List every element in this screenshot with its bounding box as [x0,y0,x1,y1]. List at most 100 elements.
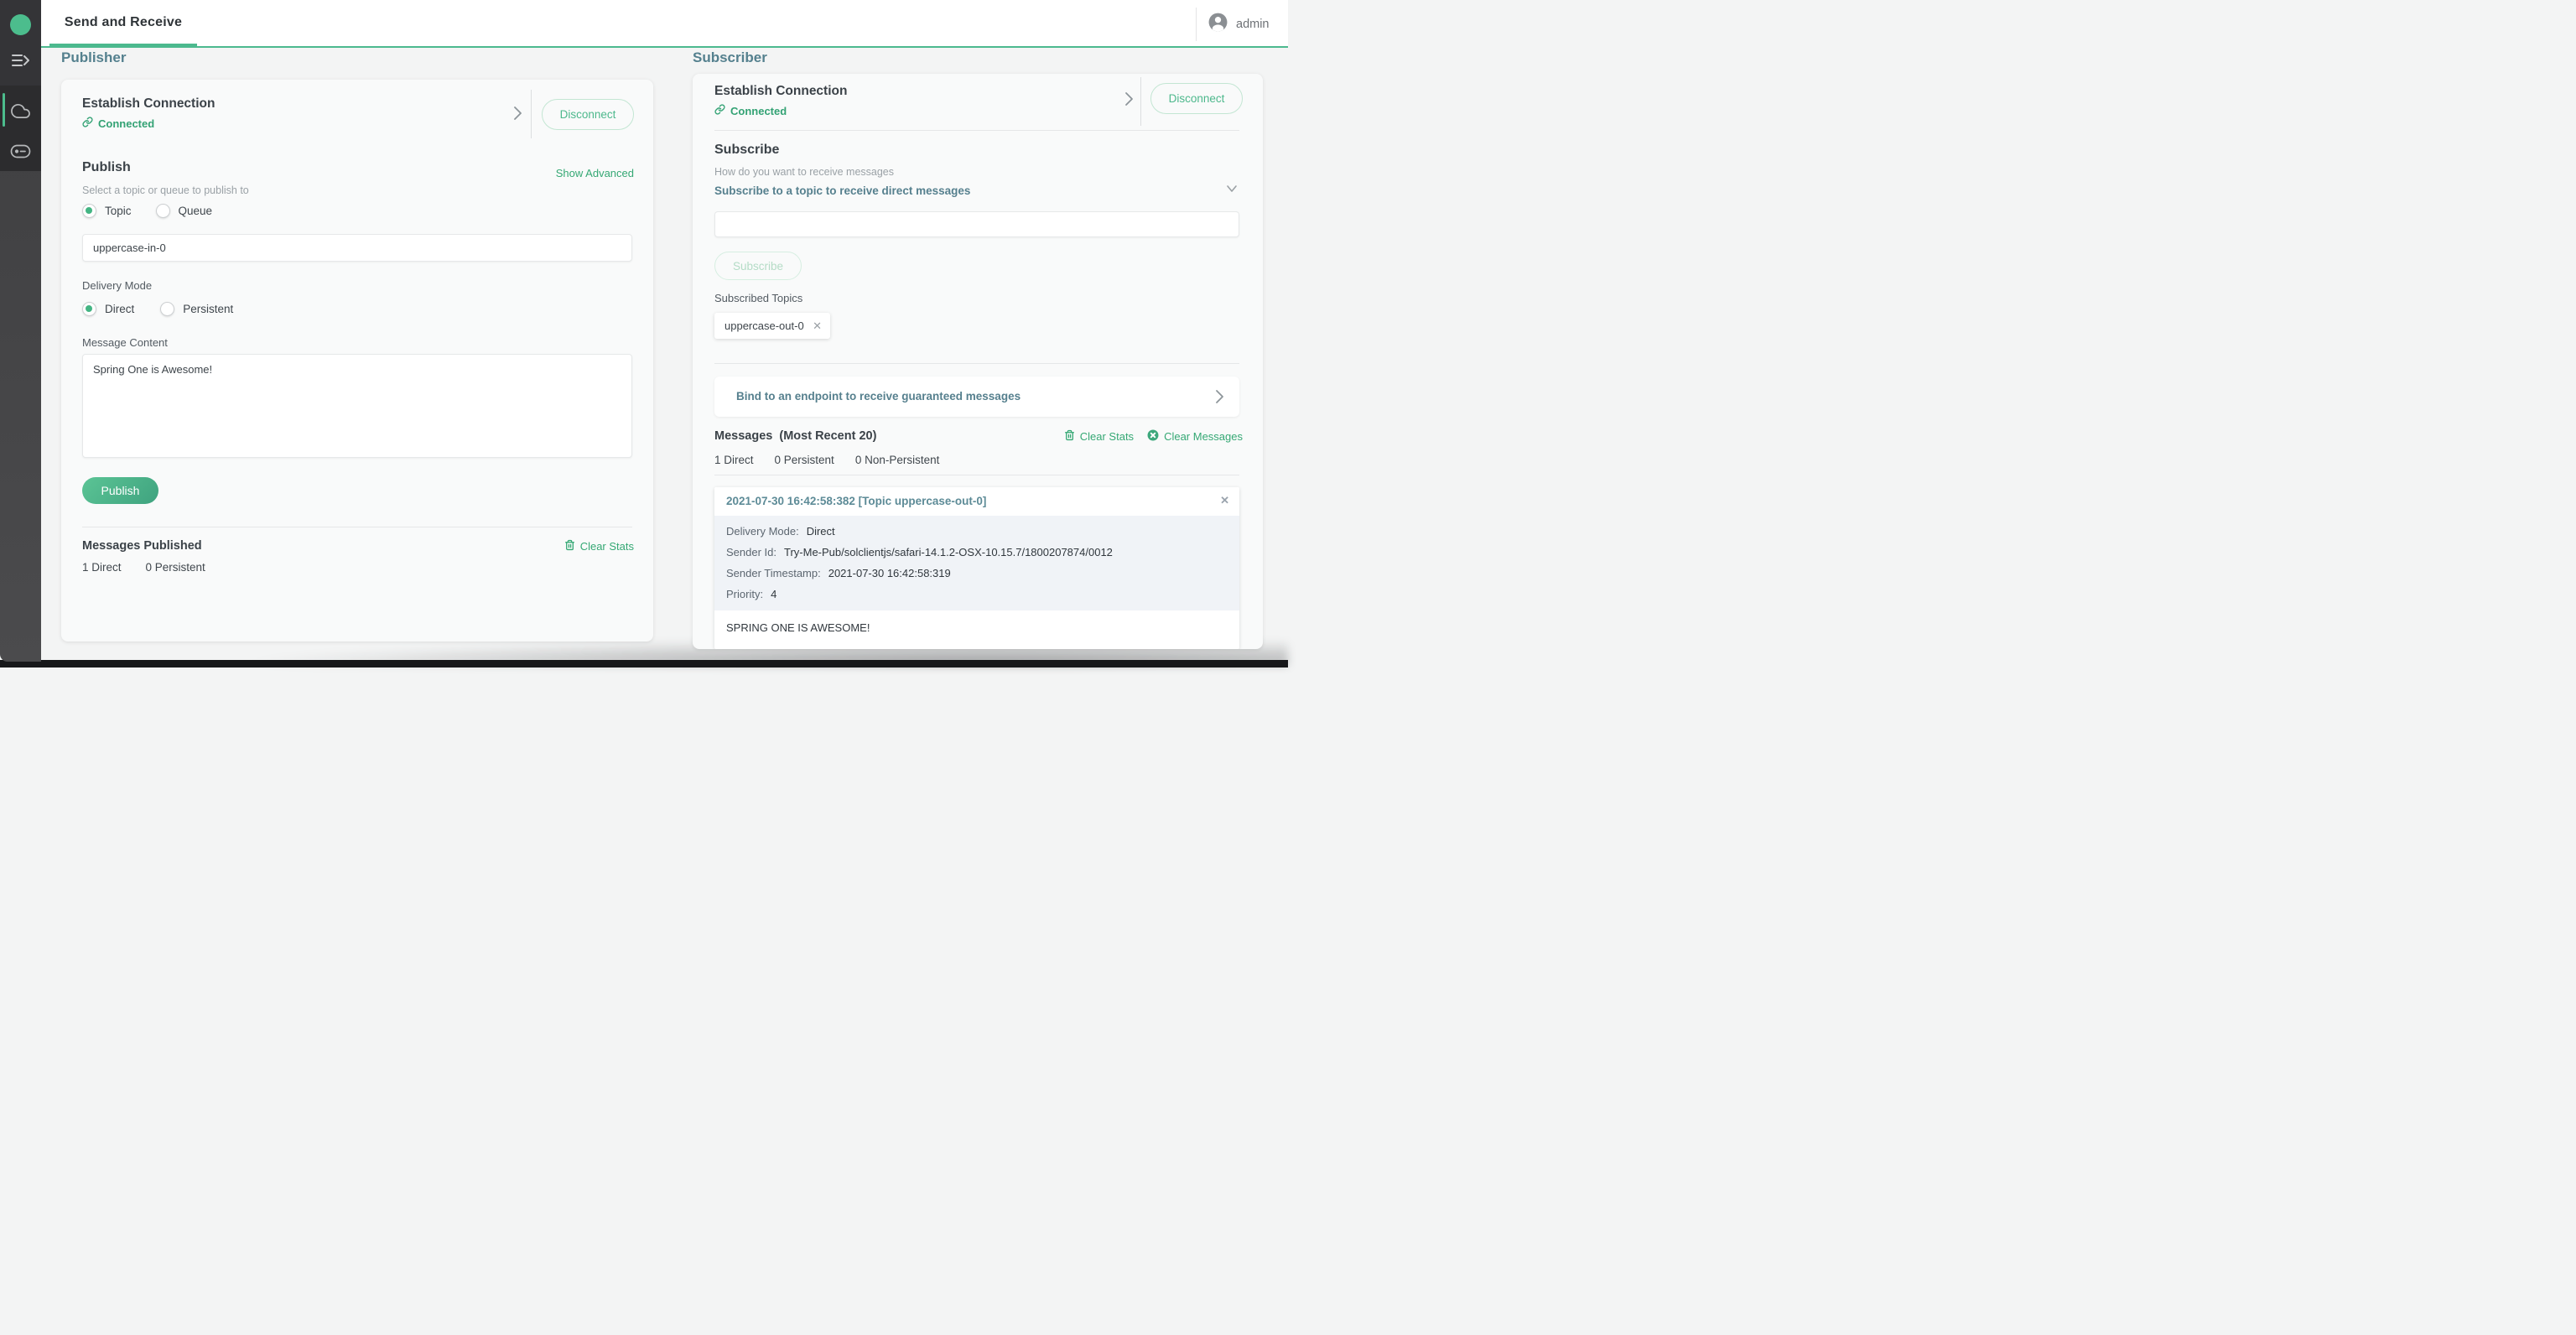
tab-active-underline [49,44,197,46]
trash-icon [564,539,575,553]
subscriber-connected-label: Connected [730,105,787,117]
message-field: Sender Timestamp: 2021-07-30 16:42:58:319 [726,567,1228,579]
clear-messages-label: Clear Messages [1164,430,1243,443]
subscriber-panel: Establish Connection Connected Disconnec… [693,74,1263,649]
messages-actions: Clear Stats Clear Messages [1064,429,1243,444]
radio-persistent-label: Persistent [183,303,233,315]
publisher-panel: Establish Connection Connected Disconnec… [61,80,653,642]
delivery-mode-radio-group: Direct Persistent [82,302,233,316]
sidebar-top-band [0,0,41,86]
message-header: 2021-07-30 16:42:58:382 [Topic uppercase… [714,487,1239,516]
publisher-stat-persistent: 0 Persistent [146,561,205,574]
cloud-nav-icon[interactable] [0,101,41,121]
subscriber-stat-direct: 1 Direct [714,454,754,466]
field-value: 2021-07-30 16:42:58:319 [828,567,951,579]
person-icon [1208,12,1228,37]
chevron-right-icon[interactable] [1122,89,1135,113]
remove-topic-icon[interactable]: ✕ [813,319,822,333]
chevron-down-icon[interactable] [1224,181,1239,200]
link-icon [714,104,725,117]
radio-topic[interactable]: Topic [82,204,132,218]
publisher-heading: Publisher [61,49,126,66]
field-value: Direct [807,525,835,538]
tab-send-and-receive[interactable]: Send and Receive [49,0,197,46]
subscribed-topics-label: Subscribed Topics [714,292,802,304]
radio-direct[interactable]: Direct [82,302,134,316]
publish-section-title: Publish [82,160,131,175]
field-label: Priority: [726,588,763,600]
subscriber-stat-persistent: 0 Persistent [775,454,834,466]
publisher-clear-stats-label: Clear Stats [580,540,634,553]
message-details: Delivery Mode: Direct Sender Id: Try-Me-Pu… [714,516,1239,610]
close-icon[interactable]: ✕ [1220,494,1229,507]
publish-section-subtitle: Select a topic or queue to publish to [82,184,249,196]
subscribed-topic-chip: uppercase-out-0 ✕ [714,313,830,339]
chevron-right-icon [1213,387,1226,410]
radio-queue-circle[interactable] [156,204,170,218]
subscribe-section-title: Subscribe [714,143,779,158]
connection-divider [531,90,532,138]
subscribe-section-subtitle: How do you want to receive messages [714,166,894,178]
circle-x-icon [1147,429,1159,444]
subscribe-topic-input[interactable] [714,211,1239,237]
sidebar [0,0,41,662]
radio-persistent-circle[interactable] [160,302,174,316]
publisher-connected-label: Connected [98,117,154,130]
destination-radio-group: Topic Queue [82,204,212,218]
publisher-clear-stats-link[interactable]: Clear Stats [564,539,634,553]
publisher-connection-title: Establish Connection [82,96,215,112]
link-icon [82,117,93,130]
radio-queue[interactable]: Queue [156,204,213,218]
subscribe-button[interactable]: Subscribe [714,252,802,280]
publish-button[interactable]: Publish [82,477,158,504]
user-menu[interactable]: admin [1208,0,1270,48]
radio-direct-circle[interactable] [82,302,96,316]
topbar-divider [1196,8,1197,41]
field-value: Try-Me-Pub/solclientjs/safari-14.1.2-OSX… [784,546,1113,558]
subscribed-topic-name: uppercase-out-0 [724,319,813,332]
radio-direct-label: Direct [105,303,134,315]
clear-messages-link[interactable]: Clear Messages [1147,429,1243,444]
radio-topic-circle[interactable] [82,204,96,218]
radio-persistent[interactable]: Persistent [160,302,233,316]
messages-published-title: Messages Published [82,539,202,553]
subscriber-connection-title: Establish Connection [714,84,847,99]
received-message-card: 2021-07-30 16:42:58:382 [Topic uppercase… [714,487,1239,649]
subscriber-clear-stats-label: Clear Stats [1080,430,1134,443]
message-content-label: Message Content [82,336,168,349]
subscriber-disconnect-button[interactable]: Disconnect [1150,83,1243,114]
subscriber-stat-nonpersistent: 0 Non-Persistent [855,454,940,466]
message-content-textarea[interactable]: Spring One is Awesome! [82,354,632,458]
trash-icon [1064,429,1075,444]
subscriber-heading: Subscriber [693,49,767,66]
tab-label: Send and Receive [65,15,182,30]
publisher-stats-row: 1 Direct 0 Persistent [82,561,205,574]
app-logo [10,14,31,35]
subscriber-clear-stats-link[interactable]: Clear Stats [1064,429,1134,444]
show-advanced-link[interactable]: Show Advanced [556,167,634,179]
subscribe-topic-row-label[interactable]: Subscribe to a topic to receive direct m… [714,184,970,197]
bind-endpoint-row[interactable]: Bind to an endpoint to receive guarantee… [714,377,1239,417]
delivery-mode-label: Delivery Mode [82,279,152,292]
bind-endpoint-label: Bind to an endpoint to receive guarantee… [736,390,1021,403]
window-bottom-edge [0,660,1288,668]
username: admin [1236,18,1270,31]
field-label: Sender Timestamp: [726,567,821,579]
radio-queue-label: Queue [179,205,213,217]
chevron-right-icon[interactable] [511,103,524,127]
publisher-connection-status: Connected [82,117,154,130]
publisher-stat-direct: 1 Direct [82,561,122,574]
section-divider [714,130,1239,131]
section-divider [714,363,1239,364]
message-field: Priority: 4 [726,588,1228,600]
publish-topic-input[interactable] [82,234,632,262]
message-payload: SPRING ONE IS AWESOME! [714,610,1239,645]
field-label: Delivery Mode: [726,525,799,538]
field-label: Sender Id: [726,546,776,558]
publisher-disconnect-button[interactable]: Disconnect [542,99,634,130]
field-value: 4 [771,588,776,600]
toggle-nav-icon[interactable] [0,144,41,158]
message-header-text[interactable]: 2021-07-30 16:42:58:382 [Topic uppercase… [726,495,986,507]
radio-topic-label: Topic [105,205,132,217]
expand-menu-icon[interactable] [0,52,41,69]
